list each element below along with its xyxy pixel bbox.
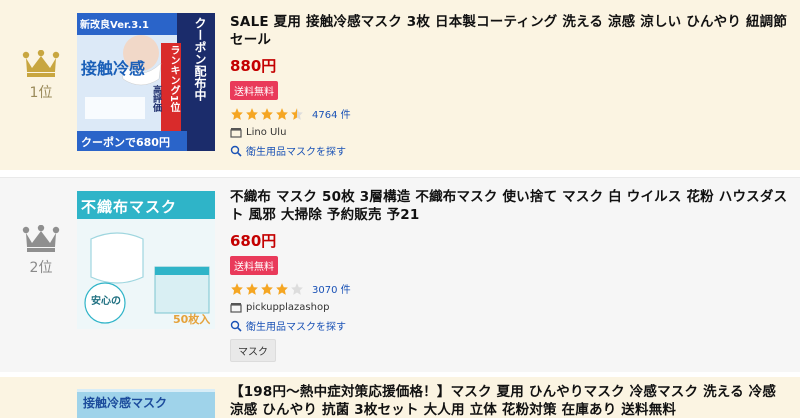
thumb-banner-text: ランキング1位 <box>168 45 179 112</box>
product-title[interactable]: SALE 夏用 接触冷感マスク 3枚 日本製コーティング 洗える 涼感 涼しい … <box>230 13 790 49</box>
star-empty-icon <box>291 282 303 295</box>
star-icon <box>276 282 288 295</box>
shop-icon <box>230 303 242 313</box>
search-icon <box>230 145 242 157</box>
shop-name: pickupplazashop <box>246 301 330 313</box>
thumb-bottom-text: クーポンで680円 <box>81 136 170 149</box>
star-rating <box>230 107 304 121</box>
star-icon <box>246 282 258 295</box>
product-title[interactable]: 【198円～熱中症対策応援価格！】マスク 夏用 ひんやりマスク 冷感マスク 洗え… <box>230 383 790 419</box>
thumb-header-text: 不織布マスク <box>81 198 178 216</box>
thumb-header-text: 接触冷感マスク <box>83 396 168 410</box>
product-image[interactable]: 接触冷感マスク <box>77 389 215 418</box>
review-count[interactable]: 3070 件 <box>312 281 351 296</box>
review-count[interactable]: 4764 件 <box>312 106 351 121</box>
free-shipping-badge: 送料無料 <box>230 81 278 100</box>
product-price: 880円 <box>230 57 277 75</box>
thumb-badge-text: 新改良Ver.3.1 <box>80 20 149 31</box>
rank-label: 2位 <box>29 260 53 276</box>
rank-indicator: 2位 <box>8 225 74 277</box>
thumb-side-text: クーポン配布中 <box>193 17 207 101</box>
shop-link[interactable]: Lino Ulu <box>230 126 790 138</box>
search-icon <box>230 320 242 332</box>
ranking-item[interactable]: 接触冷感マスク 【198円～熱中症対策応援価格！】マスク 夏用 ひんやりマスク … <box>0 377 800 418</box>
product-info: 不織布 マスク 50枚 3層構造 不織布マスク 使い捨て マスク 白 ウイルス … <box>230 188 790 362</box>
rank-label: 1位 <box>29 85 53 101</box>
thumb-count-text: 50枚入り <box>173 313 211 326</box>
rank-indicator: 1位 <box>8 50 74 102</box>
rating-row: 3070 件 <box>230 281 790 296</box>
star-icon <box>276 107 288 120</box>
product-price: 680円 <box>230 232 277 250</box>
star-icon <box>246 107 258 120</box>
star-icon <box>231 282 243 295</box>
shop-icon <box>230 128 242 138</box>
crown-icon <box>22 50 60 77</box>
rating-row: 4764 件 <box>230 106 790 121</box>
category-tag[interactable]: マスク <box>230 339 276 362</box>
star-half-icon <box>291 107 303 120</box>
product-title[interactable]: 不織布 マスク 50枚 3層構造 不織布マスク 使い捨て マスク 白 ウイルス … <box>230 188 790 224</box>
product-info: SALE 夏用 接触冷感マスク 3枚 日本製コーティング 洗える 涼感 涼しい … <box>230 13 790 158</box>
product-info: 【198円～熱中症対策応援価格！】マスク 夏用 ひんやりマスク 冷感マスク 洗え… <box>230 383 790 419</box>
free-shipping-badge: 送料無料 <box>230 256 278 275</box>
search-category-link[interactable]: 衛生用品マスクを探す <box>230 143 790 158</box>
star-icon <box>261 107 273 120</box>
star-icon <box>231 107 243 120</box>
search-category-label: 衛生用品マスクを探す <box>246 322 346 333</box>
product-image[interactable]: 不織布マスク 安心の 50枚入り <box>77 191 215 329</box>
thumb-side-text: 安心の <box>91 296 121 307</box>
ranking-list: 1位 新改良Ver.3.1 接触冷感 クーポン配布中 ランキング1位 高評価 ク… <box>0 0 800 418</box>
shop-link[interactable]: pickupplazashop <box>230 301 790 313</box>
thumb-main-text: 接触冷感 <box>81 59 146 78</box>
product-image[interactable]: 新改良Ver.3.1 接触冷感 クーポン配布中 ランキング1位 高評価 クーポン… <box>77 13 215 151</box>
star-icon <box>261 282 273 295</box>
ranking-item[interactable]: 1位 新改良Ver.3.1 接触冷感 クーポン配布中 ランキング1位 高評価 ク… <box>0 0 800 170</box>
search-category-label: 衛生用品マスクを探す <box>246 147 346 158</box>
search-category-link[interactable]: 衛生用品マスクを探す <box>230 318 790 333</box>
thumb-sub-text: 高評価 <box>151 85 161 112</box>
ranking-item[interactable]: 2位 不織布マスク 安心の 50枚入り 不織布 マスク 50枚 3層構造 不織布… <box>0 177 800 372</box>
crown-icon <box>22 225 60 252</box>
shop-name: Lino Ulu <box>246 126 287 138</box>
star-rating <box>230 282 304 296</box>
